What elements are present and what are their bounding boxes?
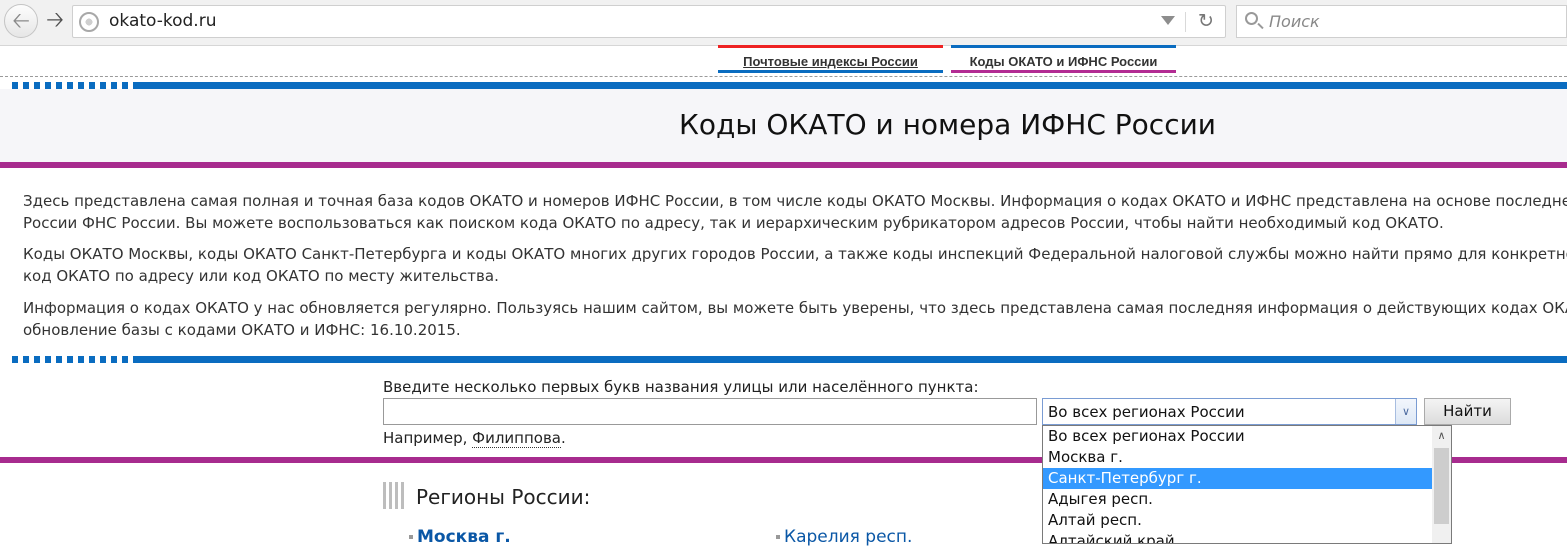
paragraph-line: России ФНС России. Вы можете воспользова… [23,214,1444,232]
search-label: Введите несколько первых букв названия у… [383,378,979,396]
stripe-blue [135,82,1567,89]
stripe-dashes [12,356,135,363]
stripe-purple [0,162,1567,168]
paragraph-line: Коды ОКАТО Москвы, коды ОКАТО Санкт-Пете… [23,245,1567,263]
example-link[interactable]: Филиппова [472,429,561,448]
regions-heading: Регионы России: [416,485,591,509]
page-title: Коды ОКАТО и номера ИФНС России [679,108,1216,141]
intro-paragraph-3: Информация о кодах ОКАТО у нас обновляет… [23,297,1567,341]
region-select[interactable]: Во всех регионах России ∨ [1042,398,1417,425]
browser-toolbar: 🡠 🡢 okato-kod.ru ↻ Поиск [0,0,1567,46]
forward-button[interactable]: 🡢 [40,6,70,36]
history-dropdown-icon[interactable] [1161,16,1175,25]
region-link-karelia[interactable]: Карелия респ. [784,527,912,547]
search-example: Например, Филиппова. [383,429,566,448]
tab-okato-codes[interactable]: Коды ОКАТО и ИФНС России [951,45,1176,73]
paragraph-line: обновление базы с кодами ОКАТО и ИФНС: 1… [23,321,461,339]
bullet-icon [776,535,780,539]
search-icon [1245,12,1258,25]
paragraph-line: Информация о кодах ОКАТО у нас обновляет… [23,299,1567,317]
street-search-input[interactable] [383,398,1037,425]
arrow-right-icon: 🡢 [46,8,64,33]
dropdown-option[interactable]: Москва г. [1043,447,1432,468]
reload-icon[interactable]: ↻ [1191,8,1221,34]
scrollbar-thumb[interactable] [1434,448,1449,524]
back-button[interactable]: 🡠 [4,4,38,38]
dropdown-option[interactable]: Во всех регионах России [1043,426,1432,447]
search-icon-handle [1257,22,1264,30]
chevron-up-icon[interactable]: ∧ [1432,426,1451,445]
dropdown-option[interactable]: Адыгея респ. [1043,489,1432,510]
section-bars-icon [383,482,407,509]
intro-paragraph-1: Здесь представлена самая полная и точная… [23,190,1567,234]
arrow-left-icon: 🡠 [12,9,30,34]
example-suffix: . [560,429,566,447]
nav-divider [0,76,1567,77]
dropdown-option[interactable]: Алтай респ. [1043,510,1432,531]
example-prefix: Например, [383,429,473,447]
tab-postal-codes[interactable]: Почтовые индексы России [718,45,943,73]
chevron-down-icon[interactable]: ∨ [1395,399,1416,424]
url-text: okato-kod.ru [109,11,217,31]
bullet-icon [409,535,413,539]
search-placeholder: Поиск [1269,12,1320,31]
stripe-blue [135,356,1567,363]
region-select-value: Во всех регионах России [1048,403,1245,421]
address-bar[interactable]: okato-kod.ru ↻ [72,5,1226,38]
divider [1185,12,1186,32]
intro-paragraph-2: Коды ОКАТО Москвы, коды ОКАТО Санкт-Пете… [23,243,1567,287]
dropdown-option[interactable]: Алтайский край [1043,531,1432,543]
region-dropdown-list[interactable]: Во всех регионах России Москва г. Санкт-… [1042,425,1452,544]
paragraph-line: код ОКАТО по адресу или код ОКАТО по мес… [23,267,499,285]
browser-search-box[interactable]: Поиск [1236,5,1567,38]
paragraph-line: Здесь представлена самая полная и точная… [23,192,1567,210]
stripe-dashes [12,82,135,89]
dropdown-option-highlighted[interactable]: Санкт-Петербург г. [1043,468,1432,489]
globe-icon [79,12,99,32]
dropdown-scrollbar[interactable]: ∧ [1432,426,1451,543]
find-button[interactable]: Найти [1424,398,1511,425]
region-link-moscow[interactable]: Москва г. [417,527,511,547]
